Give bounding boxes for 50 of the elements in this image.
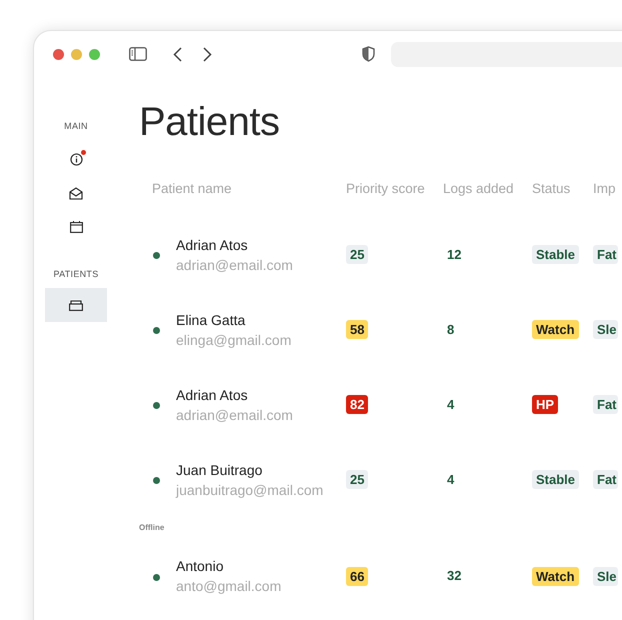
online-dot [153,252,160,259]
logs-count: 8 [446,322,454,336]
calendar-icon [70,221,82,233]
patient-name[interactable]: Elina Gatta [176,310,292,330]
back-icon[interactable] [173,46,182,62]
impact-tag: Sle [593,320,618,339]
logs-count: 4 [446,472,454,486]
patient-name[interactable]: Antonio [176,556,282,576]
group-label: Offline [139,523,166,532]
nav-item[interactable] [45,288,107,322]
forward-icon[interactable] [203,46,212,62]
impact-tag: Fat [593,395,618,414]
alert-dot [80,150,86,154]
status-tag: Watch [532,320,579,339]
page-title: Patients [139,99,281,146]
priority-score: 25 [346,245,368,264]
patient-name[interactable]: Adrian Atos [176,384,293,404]
impact-tag: Fat [593,470,618,489]
priority-score: 82 [346,395,368,414]
priority-score: 66 [346,566,368,586]
section-label: MAIN [64,121,88,131]
status-tag: Stable [532,470,580,489]
online-dot [153,477,160,484]
patient-email: juanbuitrago@mail.com [176,480,324,500]
status-tag: HP [532,395,558,414]
status-tag: Stable [532,245,580,264]
shield-icon[interactable] [362,46,375,62]
priority-score: 58 [346,320,368,339]
info-icon [70,152,82,166]
online-dot [153,574,160,580]
priority-score: 25 [346,470,368,489]
logs-count: 32 [446,568,462,583]
section-label: PATIENTS [53,269,99,279]
tray-icon [69,300,83,310]
close-button[interactable] [53,48,64,60]
status-tag: Watch [532,566,579,586]
envelope-icon [69,186,83,200]
patient-email: adrian@email.com [176,406,293,424]
patient-email: elinga@gmail.com [176,330,292,350]
patient-email: anto@gmail.com [176,577,282,596]
impact-tag: Sle [593,566,618,586]
sidebar-icon[interactable] [129,47,147,61]
online-dot [153,402,160,409]
logs-count: 4 [446,396,454,412]
patient-name[interactable]: Adrian Atos [176,234,293,254]
logs-count: 12 [446,246,462,262]
patient-name[interactable]: Juan Buitrago [176,460,324,480]
impact-tag: Fat [593,245,618,264]
online-dot [153,327,160,334]
patient-email: adrian@email.com [176,256,293,274]
